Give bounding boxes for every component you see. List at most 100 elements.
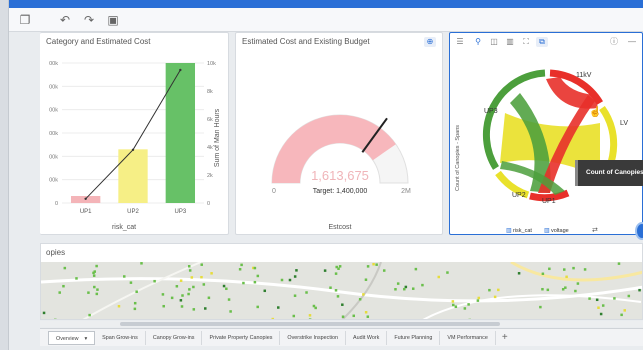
map-feature-dot	[117, 304, 121, 308]
map-feature-dot	[253, 280, 257, 284]
tab-overview[interactable]: Overview ▾	[48, 330, 96, 345]
chord-diagram-card[interactable]: ☰ ⚲ ◫ ▥ ⛶ ⧉ ⓘ — Count of Canopies - Span…	[449, 32, 643, 235]
tab-span-grow-ins[interactable]: Span Grow-ins	[95, 330, 146, 345]
map-feature-dot	[341, 315, 345, 318]
map-feature-dot	[227, 298, 231, 301]
map-feature-dot	[563, 268, 566, 271]
map-feature-dot	[187, 265, 191, 268]
chart-tooltip: Count of Canopies	[575, 160, 643, 186]
tab-vm-performance[interactable]: VM Performance	[440, 330, 496, 345]
gauge-target-label: Target: 1,400,000	[313, 188, 368, 195]
map-feature-dot	[588, 297, 591, 300]
map-feature-dot	[222, 284, 226, 288]
map-card[interactable]: opies	[40, 243, 643, 320]
map-feature-dot	[88, 313, 91, 317]
app-header-bar	[9, 0, 643, 8]
man-hours-point	[84, 197, 87, 200]
map-feature-dot	[539, 305, 542, 309]
map-feature-dot	[607, 319, 610, 320]
swap-icon[interactable]: ⇄	[592, 227, 598, 234]
map-feature-dot	[123, 275, 126, 278]
map-feature-dot	[308, 318, 312, 319]
chip-risk-cat-icon[interactable]: ▥	[506, 228, 512, 234]
map-feature-dot	[583, 268, 587, 271]
map-feature-dot	[240, 263, 243, 267]
y-tick-label: 00k	[49, 84, 58, 90]
pages-icon[interactable]: ❐	[17, 12, 33, 28]
chip-risk-cat[interactable]: risk_cat	[513, 228, 532, 234]
map-feature-dot	[375, 263, 378, 266]
map-feature-dot	[192, 308, 196, 311]
chip-voltage-icon[interactable]: ▥	[544, 228, 550, 234]
map-canvas[interactable]	[41, 262, 643, 320]
map-feature-dot	[446, 271, 449, 274]
map-feature-dot	[404, 285, 408, 289]
redo-icon[interactable]: ↷	[81, 12, 97, 28]
map-feature-dot	[541, 272, 545, 276]
map-feature-dot	[187, 292, 190, 296]
gauge-max-label: 2M	[401, 188, 411, 195]
tab-private-property-canopies[interactable]: Private Property Canopies	[202, 330, 281, 345]
label-up3: UP3	[484, 108, 498, 115]
map-feature-dot	[96, 288, 99, 291]
add-tab-button[interactable]: +	[496, 332, 514, 343]
map-feature-dot	[180, 305, 184, 308]
map-feature-dot	[362, 293, 365, 296]
map-feature-dot	[162, 304, 165, 308]
map-feature-dot	[87, 291, 90, 294]
map-feature-dot	[454, 305, 458, 308]
map-feature-dot	[517, 272, 521, 275]
floating-action-button[interactable]	[635, 222, 643, 240]
estimated-cost-card[interactable]: Estimated Cost and Existing Budget ⊕ 1,6…	[235, 32, 443, 235]
bar-up2[interactable]	[118, 149, 148, 203]
map-feature-dot	[200, 275, 203, 279]
map-feature-dot	[394, 288, 397, 291]
gauge-min-label: 0	[272, 188, 276, 195]
combo-chart: 0 00k 00k 00k 00k 00k 00k 0 2k 4k 6k 8k 10k UP1 UP2 U…	[49, 61, 221, 231]
map-feature-dot	[54, 318, 57, 319]
undo-icon[interactable]: ↶	[57, 12, 73, 28]
map-feature-dot	[93, 285, 96, 289]
bar-up3[interactable]	[165, 63, 196, 203]
map-feature-dot	[414, 267, 418, 271]
map-feature-dot	[271, 317, 275, 319]
chip-voltage[interactable]: voltage	[551, 228, 569, 234]
map-feature-dot	[129, 281, 133, 284]
map-feature-dot	[493, 295, 497, 299]
gauge-field-label: Estcost	[329, 224, 352, 231]
save-icon[interactable]: ▣	[105, 12, 121, 28]
tab-overstrike-inspection[interactable]: Overstrike Inspection	[280, 330, 347, 345]
map-feature-dot	[202, 283, 206, 286]
map-feature-dot	[263, 289, 267, 293]
horizontal-scrollbar[interactable]	[40, 321, 643, 327]
map-feature-dot	[565, 275, 568, 279]
map-feature-dot	[617, 262, 621, 265]
map-feature-dot	[597, 306, 600, 309]
tab-canopy-grow-ins[interactable]: Canopy Grow-ins	[146, 330, 203, 345]
map-feature-dot	[463, 307, 467, 310]
man-hours-point	[179, 68, 182, 72]
map-feature-dot	[62, 284, 65, 288]
gauge-chart: 1,613,675 Target: 1,400,000 0 2M Estcost	[271, 114, 411, 231]
map-feature-dot	[179, 299, 183, 302]
tab-future-planning[interactable]: Future Planning	[387, 330, 441, 345]
map-feature-dot	[334, 272, 338, 275]
map-feature-dot	[95, 264, 98, 268]
y-tick-label: 00k	[49, 131, 58, 137]
map-feature-dot	[161, 293, 165, 296]
map-feature-dot	[95, 292, 99, 296]
x-tick-label: UP3	[174, 209, 186, 215]
map-feature-dot	[638, 288, 641, 292]
map-feature-dot	[192, 285, 195, 289]
map-feature-dot	[329, 286, 332, 289]
category-cost-card[interactable]: Category and Estimated Cost 0 00k 00k 00k 00…	[40, 32, 229, 235]
map-feature-dot	[153, 279, 156, 283]
map-feature-dot	[225, 287, 228, 291]
scroll-thumb[interactable]	[120, 322, 500, 326]
left-rail	[0, 0, 9, 350]
y-tick-label: 00k	[49, 61, 58, 67]
label-up1: UP1	[542, 198, 556, 205]
tab-audit-work[interactable]: Audit Work	[346, 330, 388, 345]
map-feature-dot	[334, 289, 338, 292]
map-feature-dot	[620, 313, 623, 317]
